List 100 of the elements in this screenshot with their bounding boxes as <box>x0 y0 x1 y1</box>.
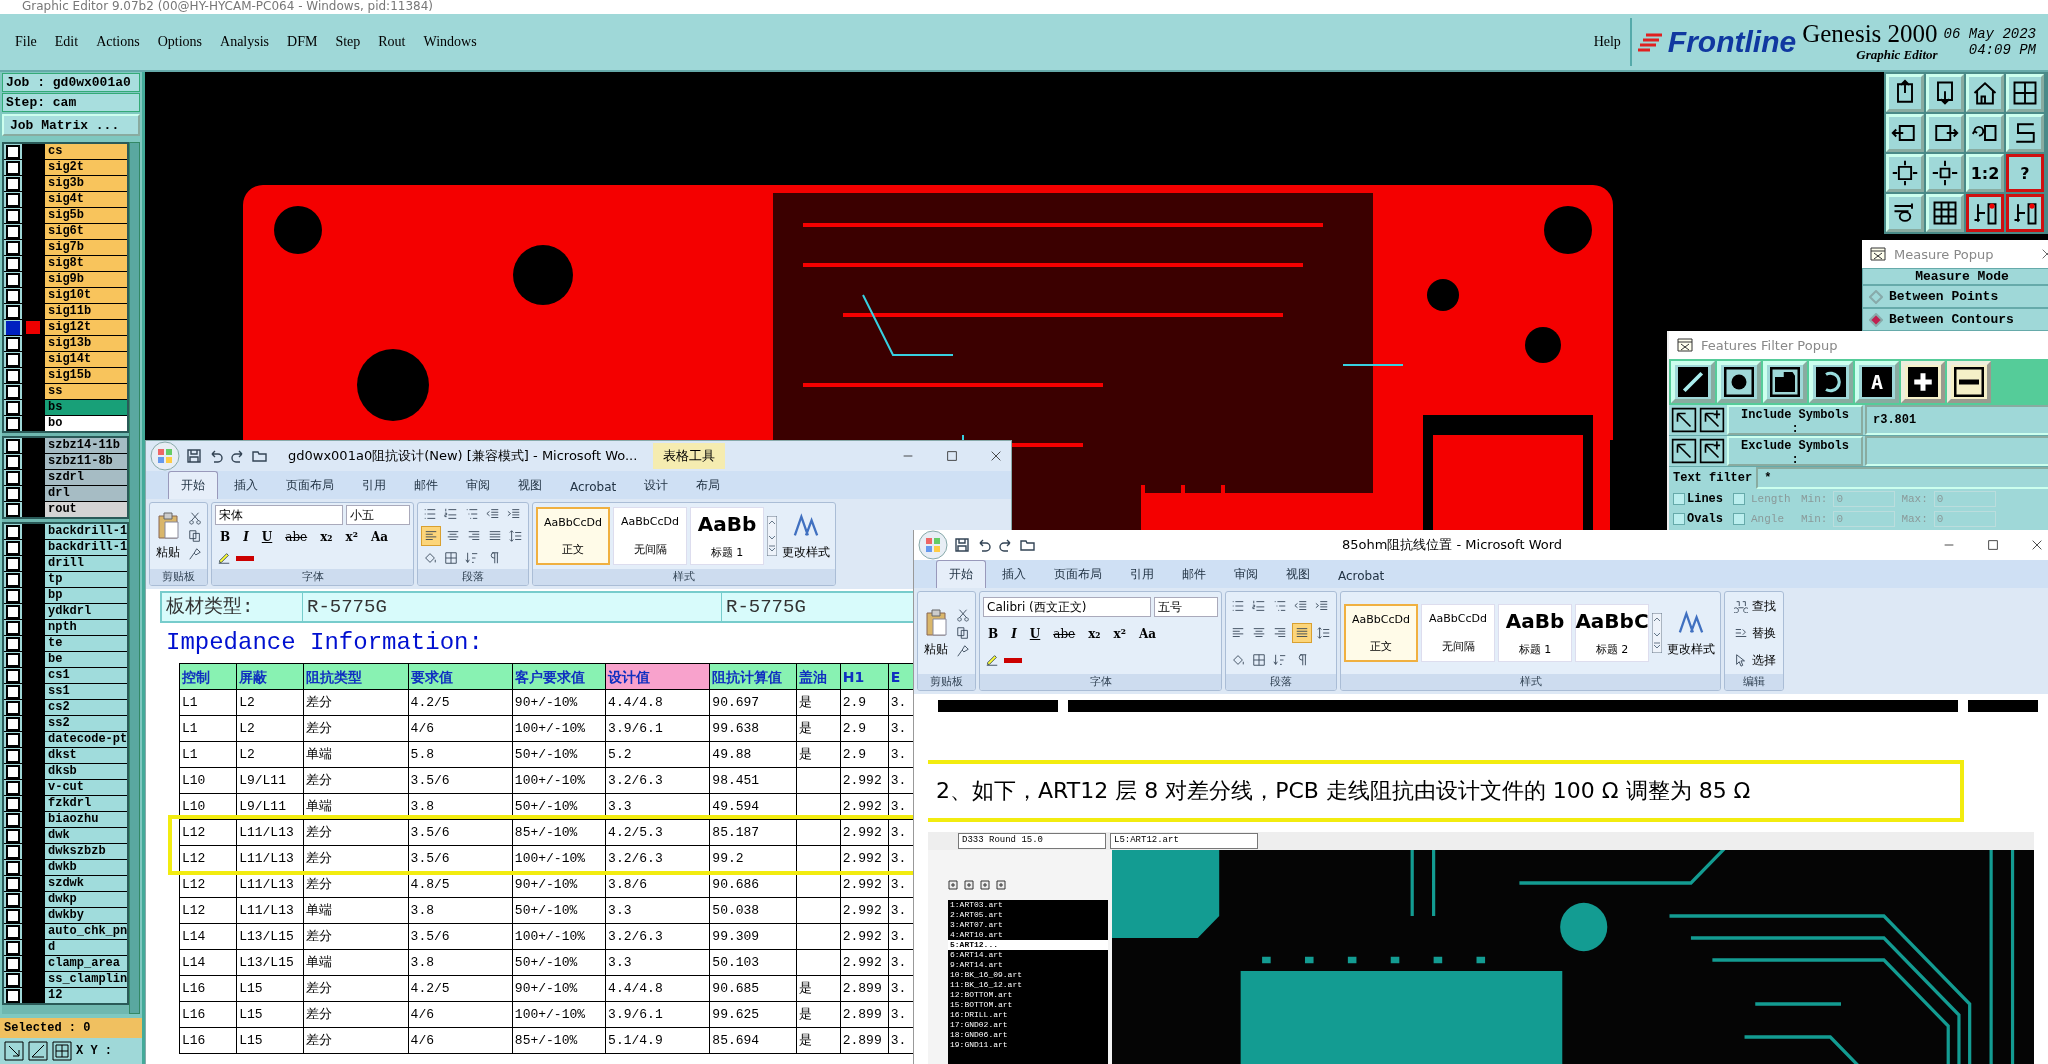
layer-checkbox[interactable] <box>6 956 20 971</box>
layer-checkbox[interactable] <box>6 176 20 191</box>
shape-filter-button[interactable] <box>1763 361 1807 403</box>
checkbox[interactable] <box>1673 493 1685 505</box>
layer-checkbox[interactable] <box>6 652 20 667</box>
font-name-dropdown[interactable]: 宋体 <box>215 505 343 525</box>
layer-name[interactable]: dwkb <box>44 860 128 875</box>
layer-name[interactable]: fzkdrl <box>44 796 128 811</box>
layer-name[interactable]: dkst <box>44 748 128 763</box>
format-button[interactable]: U <box>256 528 278 546</box>
layer-checkbox[interactable] <box>6 320 20 335</box>
layer-name[interactable]: ss <box>44 384 128 399</box>
layer-name[interactable]: drl <box>44 486 128 501</box>
layer-name[interactable]: bo <box>44 416 128 431</box>
layer-name[interactable]: drill <box>44 556 128 571</box>
menu-item[interactable]: Windows <box>414 32 486 52</box>
layer-name[interactable]: sig15b <box>44 368 128 383</box>
ribbon-tab[interactable]: 布局 <box>684 472 733 499</box>
option-row[interactable]: Between Points <box>1862 285 2048 308</box>
font-name-dropdown[interactable]: Calibri (西文正文) <box>983 596 1151 617</box>
layer-checkbox[interactable] <box>6 572 20 587</box>
change-styles-button[interactable]: 更改样式 <box>780 509 832 563</box>
layer-checkbox[interactable] <box>6 160 20 175</box>
layer-name[interactable]: sig13b <box>44 336 128 351</box>
layer-name[interactable]: szbz14-11b <box>44 438 128 453</box>
layer-checkbox[interactable] <box>6 668 20 683</box>
shape-filter-button[interactable] <box>1901 361 1945 403</box>
layer-checkbox[interactable] <box>6 384 20 399</box>
layer-name[interactable]: dwkby <box>44 908 128 923</box>
close-icon[interactable] <box>989 449 1003 463</box>
ribbon-tab[interactable]: 插入 <box>990 561 1038 588</box>
ribbon-tab[interactable]: 引用 <box>1118 561 1166 588</box>
arrow-plus-icon[interactable] <box>1699 407 1725 433</box>
layer-checkbox[interactable] <box>6 876 20 891</box>
layer-checkbox[interactable] <box>6 988 20 1003</box>
include-symbols-field[interactable]: r3.801 <box>1865 405 2048 435</box>
layer-name[interactable]: sig8t <box>44 256 128 271</box>
gallery-scroll-icon[interactable] <box>1652 613 1662 653</box>
format-button[interactable]: abe <box>1048 625 1081 643</box>
layer-checkbox[interactable] <box>6 256 20 271</box>
menu-item[interactable]: Options <box>148 32 212 52</box>
tool-button[interactable] <box>2006 194 2044 232</box>
layer-name[interactable]: sig5b <box>44 208 128 223</box>
exclude-symbols-field[interactable] <box>1865 436 2048 466</box>
ribbon-tab[interactable]: 视图 <box>506 472 554 499</box>
menu-item[interactable]: Analysis <box>211 32 279 52</box>
layer-checkbox[interactable] <box>6 940 20 955</box>
format-button[interactable]: x² <box>1108 625 1132 643</box>
format-button[interactable]: Aa <box>366 528 394 546</box>
font-color-swatch[interactable] <box>236 555 254 561</box>
editing-button[interactable]: 查找 <box>1728 597 1780 615</box>
layer-name[interactable]: dwk <box>44 828 128 843</box>
layer-name[interactable]: sig7b <box>44 240 128 255</box>
layer-checkbox[interactable] <box>6 828 20 843</box>
layer-name[interactable]: bp <box>44 588 128 603</box>
layer-name[interactable]: ss1 <box>44 684 128 699</box>
maximize-icon[interactable] <box>945 449 959 463</box>
layer-name[interactable]: ydkdrl <box>44 604 128 619</box>
layer-name[interactable]: cs <box>44 144 128 159</box>
layer-name[interactable]: sig3b <box>44 176 128 191</box>
layer-checkbox[interactable] <box>6 780 20 795</box>
layer-name[interactable]: rout <box>44 502 128 517</box>
ribbon-tab[interactable]: 引用 <box>350 472 398 499</box>
layer-name[interactable]: datecode-pt <box>44 732 128 747</box>
layer-checkbox[interactable] <box>6 620 20 635</box>
editing-button[interactable]: 替换 <box>1728 624 1780 642</box>
ribbon-tab[interactable]: Acrobat <box>558 475 629 499</box>
layer-checkbox[interactable] <box>6 892 20 907</box>
layer-name[interactable]: bs <box>44 400 128 415</box>
style-option[interactable]: AaBbCcDd 无间隔 <box>613 507 687 565</box>
checkbox[interactable] <box>1673 513 1685 525</box>
format-button[interactable]: x² <box>340 528 364 546</box>
borders-icon[interactable] <box>442 549 460 567</box>
layer-name[interactable]: d <box>44 940 128 955</box>
layer-name[interactable]: backdrill-1 <box>44 540 128 555</box>
format-button[interactable]: abe <box>280 528 313 546</box>
ribbon-tab[interactable]: 插入 <box>222 472 270 499</box>
format-button[interactable]: Aa <box>1134 625 1162 643</box>
layer-checkbox[interactable] <box>6 908 20 923</box>
layer-checkbox[interactable] <box>6 732 20 747</box>
angle-box-icon[interactable] <box>28 1041 48 1061</box>
layer-checkbox[interactable] <box>6 352 20 367</box>
layer-name[interactable]: te <box>44 636 128 651</box>
tool-button[interactable]: ? <box>2006 154 2044 192</box>
scrollbar[interactable] <box>129 142 140 1014</box>
layer-name[interactable]: cs2 <box>44 700 128 715</box>
help-menu[interactable]: Help <box>1584 32 1630 52</box>
layer-name[interactable]: cs1 <box>44 668 128 683</box>
layer-name[interactable]: sig10t <box>44 288 128 303</box>
style-option[interactable]: AaBbC 标题 2 <box>1575 604 1649 662</box>
shape-filter-button[interactable] <box>1947 361 1991 403</box>
layer-checkbox[interactable] <box>6 556 20 571</box>
layer-name[interactable]: sig11b <box>44 304 128 319</box>
format-button[interactable]: I <box>1006 625 1022 643</box>
layer-checkbox[interactable] <box>6 400 20 415</box>
open-folder-icon[interactable] <box>1020 537 1036 553</box>
layer-checkbox[interactable] <box>6 636 20 651</box>
grid-box-icon[interactable] <box>52 1041 72 1061</box>
checkbox[interactable] <box>1733 513 1745 525</box>
maximize-icon[interactable] <box>1986 538 2000 552</box>
